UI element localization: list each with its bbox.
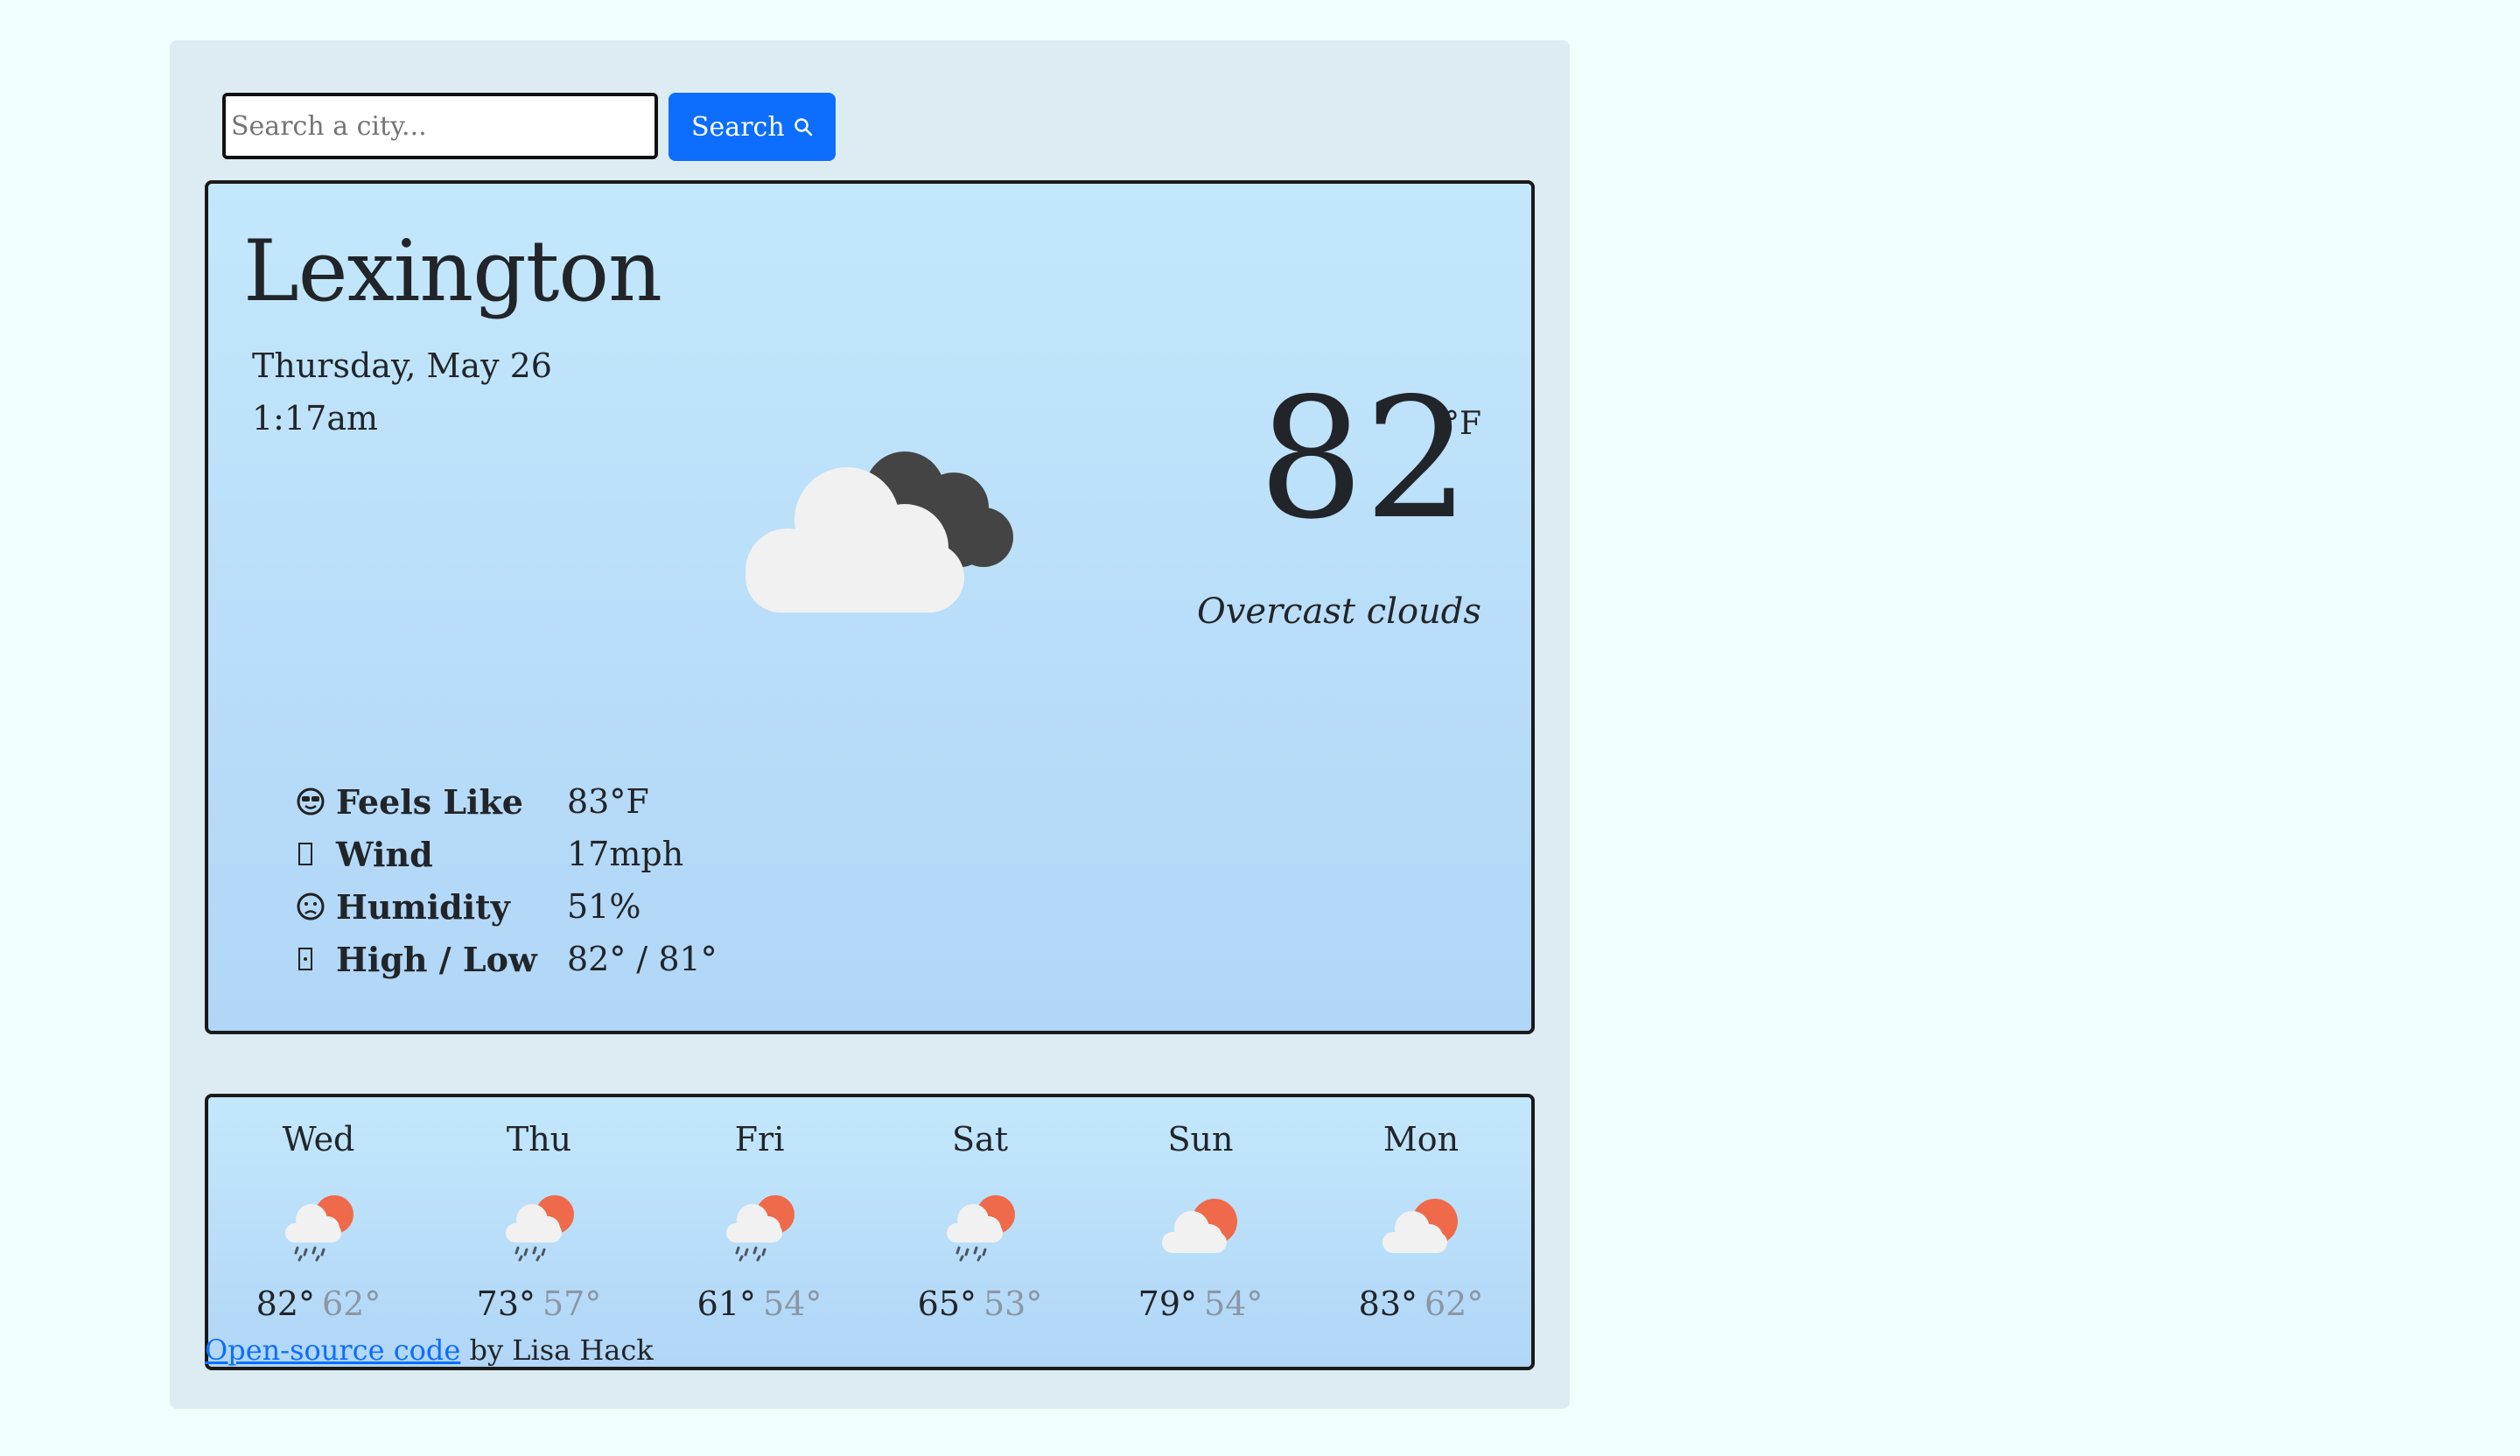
forecast-day-name: Sat xyxy=(952,1120,1008,1158)
detail-label-container: Wind xyxy=(296,835,567,874)
detail-value: 83°F xyxy=(567,782,649,821)
detail-row-high-low: High / Low 82° / 81° xyxy=(296,933,718,985)
detail-label-container: Feels Like xyxy=(296,782,567,822)
detail-row-humidity: Humidity 51% xyxy=(296,880,718,933)
forecast-day: Sat 65° 53° xyxy=(870,1097,1090,1367)
sweat-face-icon xyxy=(297,892,325,920)
forecast-high: 79° xyxy=(1138,1284,1197,1323)
forecast-temps: 73° 57° xyxy=(429,1284,649,1323)
forecast-high: 61° xyxy=(696,1284,756,1323)
detail-label: Humidity xyxy=(336,886,510,927)
weather-app: Search Lexington Thursday, May 26 1:17am xyxy=(170,40,1570,1409)
forecast-temps: 82° 62° xyxy=(208,1284,429,1323)
sunglasses-face-icon xyxy=(297,788,325,816)
forecast-low: 57° xyxy=(542,1284,602,1323)
current-temperature: 82 xyxy=(1258,362,1470,556)
forecast-day: Thu 73° 57° xyxy=(429,1097,649,1367)
current-weather-panel: Lexington Thursday, May 26 1:17am 82 °F … xyxy=(205,180,1535,1034)
forecast-day-name: Sun xyxy=(1167,1120,1234,1158)
current-date: Thursday, May 26 xyxy=(252,346,552,385)
rain-sun-icon xyxy=(726,1195,794,1262)
forecast-temps: 61° 54° xyxy=(649,1284,870,1323)
detail-label: Wind xyxy=(336,834,433,874)
thermometer-icon xyxy=(298,948,312,970)
forecast-temps: 65° 53° xyxy=(870,1284,1090,1323)
rain-sun-icon xyxy=(285,1195,354,1262)
detail-label-container: Humidity xyxy=(296,887,567,927)
search-button-label: Search xyxy=(691,111,785,143)
forecast-high: 83° xyxy=(1358,1284,1418,1323)
weather-description: Overcast clouds xyxy=(1197,592,1481,632)
forecast-high: 82° xyxy=(256,1284,315,1323)
forecast-day: Sun 79° 54° xyxy=(1090,1097,1311,1367)
forecast-day: Fri 61° 54° xyxy=(649,1097,870,1367)
current-time: 1:17am xyxy=(252,399,379,438)
forecast-low: 62° xyxy=(1424,1284,1484,1323)
overcast-clouds-icon xyxy=(746,452,1013,612)
rain-sun-icon xyxy=(947,1195,1015,1262)
forecast-low: 62° xyxy=(322,1284,382,1323)
detail-row-wind: Wind 17mph xyxy=(296,828,718,880)
forecast-day-name: Fri xyxy=(734,1120,785,1158)
forecast-day: Wed 82° 62° xyxy=(208,1097,429,1367)
detail-label: High / Low xyxy=(336,939,537,979)
forecast-day-name: Thu xyxy=(506,1120,572,1158)
cloud-sun-icon xyxy=(1382,1199,1458,1253)
forecast-low: 54° xyxy=(763,1284,822,1323)
search-button[interactable]: Search xyxy=(668,93,836,161)
detail-value: 82° / 81° xyxy=(567,940,718,978)
footer: Open-source code by Lisa Hack xyxy=(205,1334,654,1367)
forecast-day-name: Wed xyxy=(282,1120,355,1158)
temperature-unit: °F xyxy=(1444,406,1481,442)
forecast-high: 65° xyxy=(917,1284,976,1323)
detail-value: 17mph xyxy=(567,835,684,873)
weather-details: Feels Like 83°F Wind 17mph Humidity 51% … xyxy=(296,775,718,985)
forecast-day: Mon 83° 62° xyxy=(1311,1097,1531,1367)
forecast-low: 54° xyxy=(1204,1284,1264,1323)
search-form: Search xyxy=(222,93,836,161)
forecast-low: 53° xyxy=(984,1284,1043,1323)
forecast-temps: 79° 54° xyxy=(1090,1284,1311,1323)
detail-row-feels-like: Feels Like 83°F xyxy=(296,775,718,828)
forecast-panel: Wed 82° 62° Thu 73° 57° Fri 61° 54° Sat … xyxy=(205,1094,1535,1370)
forecast-high: 73° xyxy=(476,1284,536,1323)
cloud-sun-icon xyxy=(1162,1199,1237,1253)
detail-label-container: High / Low xyxy=(296,940,567,979)
detail-value: 51% xyxy=(567,887,641,926)
wind-icon xyxy=(298,843,312,865)
footer-credit: by Lisa Hack xyxy=(460,1334,654,1367)
detail-label: Feels Like xyxy=(336,781,523,822)
forecast-temps: 83° 62° xyxy=(1311,1284,1531,1323)
search-icon xyxy=(794,118,812,136)
city-name: Lexington xyxy=(243,222,662,320)
search-input[interactable] xyxy=(222,93,658,159)
forecast-day-name: Mon xyxy=(1382,1120,1460,1158)
open-source-link[interactable]: Open-source code xyxy=(205,1334,460,1367)
rain-sun-icon xyxy=(506,1195,574,1262)
